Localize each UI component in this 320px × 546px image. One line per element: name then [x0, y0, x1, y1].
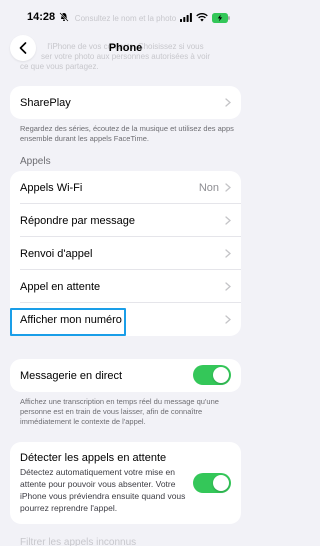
selection-highlight	[10, 308, 126, 336]
live-voicemail-footer: Affichez une transcription en temps réel…	[20, 397, 219, 426]
wifi-calling-label: Appels Wi-Fi	[20, 181, 83, 194]
hold-detection-label: Détecter les appels en attente	[20, 452, 167, 464]
bell-slash-icon	[59, 12, 69, 22]
chevron-right-icon	[225, 315, 231, 324]
live-voicemail-row: Messagerie en direct	[10, 359, 241, 392]
hold-detection-toggle[interactable]	[193, 473, 231, 493]
live-voicemail-card: Messagerie en direct	[10, 359, 241, 392]
chevron-right-icon	[225, 98, 231, 107]
chevron-right-icon	[225, 282, 231, 291]
battery-charging-icon	[212, 13, 230, 23]
calls-section-header: Appels	[20, 156, 51, 167]
shareplay-footer: Regardez des séries, écoutez de la musiq…	[20, 124, 234, 143]
wifi-calling-value: Non	[198, 181, 219, 194]
toggle-knob	[213, 475, 229, 491]
chevron-right-icon	[225, 249, 231, 258]
shareplay-card: SharePlay	[10, 86, 241, 119]
wifi-calling-row[interactable]: Appels Wi-Fi Non	[10, 171, 241, 204]
call-forwarding-row[interactable]: Renvoi d'appel	[10, 237, 241, 270]
call-waiting-label: Appel en attente	[20, 280, 101, 293]
shareplay-row[interactable]: SharePlay	[10, 86, 241, 119]
wifi-icon	[196, 13, 208, 22]
hold-detection-card: Détecter les appels en attente Détectez …	[10, 442, 241, 524]
hold-detection-description: Détectez automatiquement votre mise en a…	[20, 467, 186, 513]
chevron-right-icon	[225, 216, 231, 225]
status-bar: 14:28	[0, 10, 251, 26]
shareplay-label: SharePlay	[20, 96, 71, 109]
cellular-signal-icon	[180, 13, 192, 22]
respond-with-text-row[interactable]: Répondre par message	[10, 204, 241, 237]
chevron-right-icon	[225, 183, 231, 192]
status-time: 14:28	[27, 11, 56, 23]
page-title: Phone	[108, 42, 143, 54]
ghost-text-line4: ce que vous partagez.	[20, 62, 99, 71]
toggle-knob	[213, 367, 229, 383]
call-waiting-row[interactable]: Appel en attente	[10, 270, 241, 303]
call-forwarding-label: Renvoi d'appel	[20, 247, 93, 260]
bottom-ghost-text: Filtrer les appels inconnus	[20, 537, 137, 546]
respond-with-text-label: Répondre par message	[20, 214, 135, 227]
live-voicemail-toggle[interactable]	[193, 365, 231, 385]
